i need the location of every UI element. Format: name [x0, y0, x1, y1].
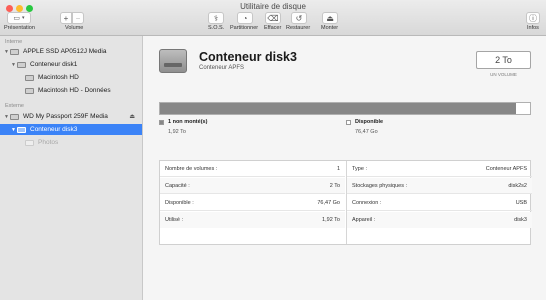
erase-label: Effacer — [264, 25, 282, 31]
sidebar-item-macintosh-hd-donnees[interactable]: Macintosh HD - Données — [0, 85, 142, 96]
sidebar-toggle-icon: ▭ — [13, 15, 21, 22]
internal-disk-icon — [10, 48, 19, 55]
eject-icon[interactable]: ⏏ — [129, 113, 135, 120]
stethoscope-icon: ⚕ — [213, 13, 219, 23]
page-subtitle: Conteneur APFS — [199, 65, 245, 71]
volume-icon — [25, 87, 34, 94]
container-icon — [17, 126, 26, 133]
mount-label: Monter — [321, 25, 339, 31]
disclosure-triangle-icon[interactable]: ▼ — [3, 114, 10, 120]
hard-drive-icon — [159, 49, 187, 73]
info-button[interactable]: ⓘ — [526, 12, 540, 24]
info-table: Nombre de volumes : 1 Capacité : 2 To Di… — [159, 160, 532, 245]
volume-icon — [25, 139, 34, 146]
mount-icon: ⏏ — [326, 13, 334, 23]
disclosure-triangle-icon[interactable]: ▼ — [10, 62, 17, 68]
usage-bar-fill — [160, 103, 516, 114]
legend-swatch-available — [346, 119, 351, 125]
info-label: Infos — [527, 25, 539, 31]
info-row: Type : Conteneur APFS — [347, 161, 532, 177]
info-row: Utilisé : 1,92 To — [160, 212, 345, 228]
usage-bar — [159, 102, 531, 115]
first-aid-label: S.O.S. — [208, 25, 225, 31]
info-column-right: Type : Conteneur APFS Stockages physique… — [346, 161, 532, 244]
restore-icon: ↺ — [295, 13, 303, 23]
info-row: Capacité : 2 To — [160, 178, 345, 194]
main-panel: Conteneur disk3 Conteneur APFS 2 To UN V… — [143, 36, 546, 300]
info-row: Connexion : USB — [347, 195, 532, 211]
page-title: Conteneur disk3 — [199, 50, 297, 64]
capacity-caption: UN VOLUME — [490, 72, 517, 77]
presentation-button[interactable]: ▭ ▾ — [7, 12, 31, 24]
sidebar-item-conteneur-disk3[interactable]: ▼ Conteneur disk3 — [0, 124, 142, 135]
section-header-external: Externe — [5, 103, 24, 109]
legend-unmounted: 1 non monté(s) — [159, 119, 207, 125]
partition-button[interactable]: ◔ — [237, 12, 253, 24]
volume-icon — [25, 74, 34, 81]
mount-button[interactable]: ⏏ — [322, 12, 338, 24]
capacity-badge: 2 To — [476, 51, 531, 69]
sidebar: Interne ▼ APPLE SSD AP0512J Media ▼ Cont… — [0, 36, 143, 300]
chevron-down-icon: ▾ — [22, 15, 25, 21]
legend-available-value: 76,47 Go — [355, 129, 378, 135]
info-row: Nombre de volumes : 1 — [160, 161, 345, 177]
info-icon: ⓘ — [529, 13, 537, 23]
sidebar-item-wd-passport[interactable]: ▼ WD My Passport 259F Media ⏏ — [0, 111, 142, 122]
erase-icon: ⌫ — [267, 13, 279, 23]
info-row: Stockages physiques : disk2s2 — [347, 178, 532, 194]
sidebar-item-photos[interactable]: Photos — [0, 137, 142, 148]
disclosure-triangle-icon[interactable]: ▼ — [3, 49, 10, 55]
info-column-left: Nombre de volumes : 1 Capacité : 2 To Di… — [160, 161, 346, 244]
info-row: Disponible : 76,47 Go — [160, 195, 345, 211]
info-row: Appareil : disk3 — [347, 212, 532, 228]
section-header-internal: Interne — [5, 39, 23, 45]
erase-button[interactable]: ⌫ — [265, 12, 281, 24]
restore-label: Restaurer — [286, 25, 311, 31]
partition-icon: ◔ — [242, 13, 248, 23]
window-title: Utilitaire de disque — [240, 2, 306, 11]
first-aid-button[interactable]: ⚕ — [208, 12, 224, 24]
legend-swatch-unmounted — [159, 119, 164, 125]
restore-button[interactable]: ↺ — [291, 12, 307, 24]
sidebar-item-conteneur-disk1[interactable]: ▼ Conteneur disk1 — [0, 59, 142, 70]
volume-label: Volume — [65, 25, 84, 31]
toolbar: Utilitaire de disque ▭ ▾ Présentation + … — [0, 0, 546, 36]
legend-available: Disponible — [346, 119, 383, 125]
disclosure-triangle-icon[interactable]: ▼ — [10, 127, 17, 133]
partition-label: Partitionner — [230, 25, 259, 31]
add-volume-button[interactable]: + — [60, 12, 72, 24]
remove-volume-button[interactable]: − — [72, 12, 84, 24]
container-icon — [17, 61, 26, 68]
external-disk-icon — [10, 113, 19, 120]
sidebar-item-macintosh-hd[interactable]: Macintosh HD — [0, 72, 142, 83]
sidebar-item-apple-ssd[interactable]: ▼ APPLE SSD AP0512J Media — [0, 46, 142, 57]
presentation-label: Présentation — [4, 25, 35, 31]
legend-unmounted-value: 1,92 To — [168, 129, 186, 135]
